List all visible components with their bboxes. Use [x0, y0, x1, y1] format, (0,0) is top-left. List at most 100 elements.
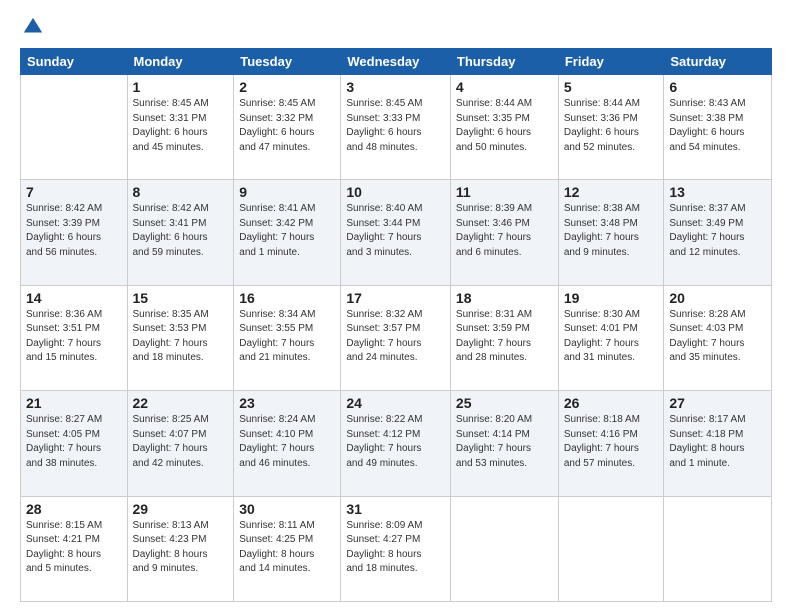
- cell-info: Sunrise: 8:45 AMSunset: 3:32 PMDaylight:…: [239, 97, 335, 155]
- calendar-cell: [664, 496, 772, 601]
- weekday-header-sunday: Sunday: [21, 49, 128, 75]
- calendar-cell: [450, 496, 558, 601]
- calendar-cell: 20 Sunrise: 8:28 AMSunset: 4:03 PMDayligh…: [664, 285, 772, 390]
- calendar-cell: 8 Sunrise: 8:42 AMSunset: 3:41 PMDaylight…: [127, 180, 234, 285]
- weekday-header-tuesday: Tuesday: [234, 49, 341, 75]
- cell-info: Sunrise: 8:41 AMSunset: 3:42 PMDaylight:…: [239, 202, 335, 260]
- day-number: 30: [239, 501, 335, 517]
- day-number: 19: [564, 290, 659, 306]
- calendar-cell: 27 Sunrise: 8:17 AMSunset: 4:18 PMDayligh…: [664, 391, 772, 496]
- day-number: 17: [346, 290, 445, 306]
- calendar-cell: 7Sunrise: 8:42 AMSunset: 3:39 PMDaylight…: [21, 180, 128, 285]
- day-number: 6: [669, 79, 766, 95]
- day-number: 15: [133, 290, 229, 306]
- cell-info: Sunrise: 8:11 AMSunset: 4:25 PMDaylight:…: [239, 519, 335, 577]
- day-number: 13: [669, 184, 766, 200]
- day-number: 10: [346, 184, 445, 200]
- calendar-cell: 26 Sunrise: 8:18 AMSunset: 4:16 PMDayligh…: [558, 391, 664, 496]
- day-number: 25: [456, 395, 553, 411]
- calendar-cell: 14Sunrise: 8:36 AMSunset: 3:51 PMDayligh…: [21, 285, 128, 390]
- calendar-week-row: 21Sunrise: 8:27 AMSunset: 4:05 PMDayligh…: [21, 391, 772, 496]
- day-number: 18: [456, 290, 553, 306]
- calendar-cell: 21Sunrise: 8:27 AMSunset: 4:05 PMDayligh…: [21, 391, 128, 496]
- page-header: [20, 16, 772, 38]
- weekday-header-saturday: Saturday: [664, 49, 772, 75]
- day-number: 9: [239, 184, 335, 200]
- calendar-cell: 19 Sunrise: 8:30 AMSunset: 4:01 PMDayligh…: [558, 285, 664, 390]
- calendar-cell: 18 Sunrise: 8:31 AMSunset: 3:59 PMDayligh…: [450, 285, 558, 390]
- cell-info: Sunrise: 8:13 AMSunset: 4:23 PMDaylight:…: [133, 519, 229, 577]
- day-number: 4: [456, 79, 553, 95]
- day-number: 2: [239, 79, 335, 95]
- logo: [20, 16, 44, 38]
- cell-info: Sunrise: 8:35 AMSunset: 3:53 PMDaylight:…: [133, 308, 229, 366]
- day-number: 27: [669, 395, 766, 411]
- cell-info: Sunrise: 8:45 AMSunset: 3:31 PMDaylight:…: [133, 97, 229, 155]
- calendar-cell: 5 Sunrise: 8:44 AMSunset: 3:36 PMDaylight…: [558, 75, 664, 180]
- cell-info: Sunrise: 8:39 AMSunset: 3:46 PMDaylight:…: [456, 202, 553, 260]
- day-number: 26: [564, 395, 659, 411]
- weekday-header-wednesday: Wednesday: [341, 49, 451, 75]
- cell-info: Sunrise: 8:34 AMSunset: 3:55 PMDaylight:…: [239, 308, 335, 366]
- calendar-week-row: 7Sunrise: 8:42 AMSunset: 3:39 PMDaylight…: [21, 180, 772, 285]
- calendar-cell: [21, 75, 128, 180]
- day-number: 31: [346, 501, 445, 517]
- calendar-cell: 31 Sunrise: 8:09 AMSunset: 4:27 PMDayligh…: [341, 496, 451, 601]
- cell-info: Sunrise: 8:42 AMSunset: 3:41 PMDaylight:…: [133, 202, 229, 260]
- day-number: 11: [456, 184, 553, 200]
- cell-info: Sunrise: 8:37 AMSunset: 3:49 PMDaylight:…: [669, 202, 766, 260]
- cell-info: Sunrise: 8:38 AMSunset: 3:48 PMDaylight:…: [564, 202, 659, 260]
- calendar-cell: 23 Sunrise: 8:24 AMSunset: 4:10 PMDayligh…: [234, 391, 341, 496]
- calendar-cell: 11 Sunrise: 8:39 AMSunset: 3:46 PMDayligh…: [450, 180, 558, 285]
- cell-info: Sunrise: 8:24 AMSunset: 4:10 PMDaylight:…: [239, 413, 335, 471]
- day-number: 3: [346, 79, 445, 95]
- cell-info: Sunrise: 8:17 AMSunset: 4:18 PMDaylight:…: [669, 413, 766, 471]
- day-number: 7: [26, 184, 122, 200]
- cell-info: Sunrise: 8:40 AMSunset: 3:44 PMDaylight:…: [346, 202, 445, 260]
- day-number: 5: [564, 79, 659, 95]
- day-number: 21: [26, 395, 122, 411]
- calendar-cell: 10 Sunrise: 8:40 AMSunset: 3:44 PMDayligh…: [341, 180, 451, 285]
- weekday-header-thursday: Thursday: [450, 49, 558, 75]
- calendar-cell: 2 Sunrise: 8:45 AMSunset: 3:32 PMDaylight…: [234, 75, 341, 180]
- calendar-cell: 28 Sunrise: 8:15 AMSunset: 4:21 PMDayligh…: [21, 496, 128, 601]
- calendar-cell: 15 Sunrise: 8:35 AMSunset: 3:53 PMDayligh…: [127, 285, 234, 390]
- calendar-cell: [558, 496, 664, 601]
- cell-info: Sunrise: 8:31 AMSunset: 3:59 PMDaylight:…: [456, 308, 553, 366]
- cell-info: Sunrise: 8:45 AMSunset: 3:33 PMDaylight:…: [346, 97, 445, 155]
- cell-info: Sunrise: 8:44 AMSunset: 3:36 PMDaylight:…: [564, 97, 659, 155]
- day-number: 1: [133, 79, 229, 95]
- logo-icon: [22, 16, 44, 38]
- calendar-cell: 17 Sunrise: 8:32 AMSunset: 3:57 PMDayligh…: [341, 285, 451, 390]
- day-number: 29: [133, 501, 229, 517]
- calendar-table: SundayMondayTuesdayWednesdayThursdayFrid…: [20, 48, 772, 602]
- day-number: 12: [564, 184, 659, 200]
- weekday-header-friday: Friday: [558, 49, 664, 75]
- day-number: 20: [669, 290, 766, 306]
- cell-info: Sunrise: 8:28 AMSunset: 4:03 PMDaylight:…: [669, 308, 766, 366]
- cell-info: Sunrise: 8:32 AMSunset: 3:57 PMDaylight:…: [346, 308, 445, 366]
- cell-info: Sunrise: 8:09 AMSunset: 4:27 PMDaylight:…: [346, 519, 445, 577]
- calendar-cell: 30 Sunrise: 8:11 AMSunset: 4:25 PMDayligh…: [234, 496, 341, 601]
- calendar-cell: 22Sunrise: 8:25 AMSunset: 4:07 PMDayligh…: [127, 391, 234, 496]
- day-number: 22: [133, 395, 229, 411]
- cell-info: Sunrise: 8:43 AMSunset: 3:38 PMDaylight:…: [669, 97, 766, 155]
- calendar-cell: 4Sunrise: 8:44 AMSunset: 3:35 PMDaylight…: [450, 75, 558, 180]
- calendar-week-row: 1 Sunrise: 8:45 AMSunset: 3:31 PMDaylight…: [21, 75, 772, 180]
- weekday-header-monday: Monday: [127, 49, 234, 75]
- day-number: 16: [239, 290, 335, 306]
- calendar-week-row: 28 Sunrise: 8:15 AMSunset: 4:21 PMDayligh…: [21, 496, 772, 601]
- day-number: 8: [133, 184, 229, 200]
- cell-info: Sunrise: 8:22 AMSunset: 4:12 PMDaylight:…: [346, 413, 445, 471]
- calendar-cell: 16 Sunrise: 8:34 AMSunset: 3:55 PMDayligh…: [234, 285, 341, 390]
- weekday-header-row: SundayMondayTuesdayWednesdayThursdayFrid…: [21, 49, 772, 75]
- day-number: 24: [346, 395, 445, 411]
- cell-info: Sunrise: 8:30 AMSunset: 4:01 PMDaylight:…: [564, 308, 659, 366]
- calendar-cell: 24 Sunrise: 8:22 AMSunset: 4:12 PMDayligh…: [341, 391, 451, 496]
- calendar-cell: 3 Sunrise: 8:45 AMSunset: 3:33 PMDaylight…: [341, 75, 451, 180]
- day-number: 23: [239, 395, 335, 411]
- calendar-cell: 9 Sunrise: 8:41 AMSunset: 3:42 PMDaylight…: [234, 180, 341, 285]
- cell-info: Sunrise: 8:15 AMSunset: 4:21 PMDaylight:…: [26, 519, 122, 577]
- day-number: 28: [26, 501, 122, 517]
- cell-info: Sunrise: 8:18 AMSunset: 4:16 PMDaylight:…: [564, 413, 659, 471]
